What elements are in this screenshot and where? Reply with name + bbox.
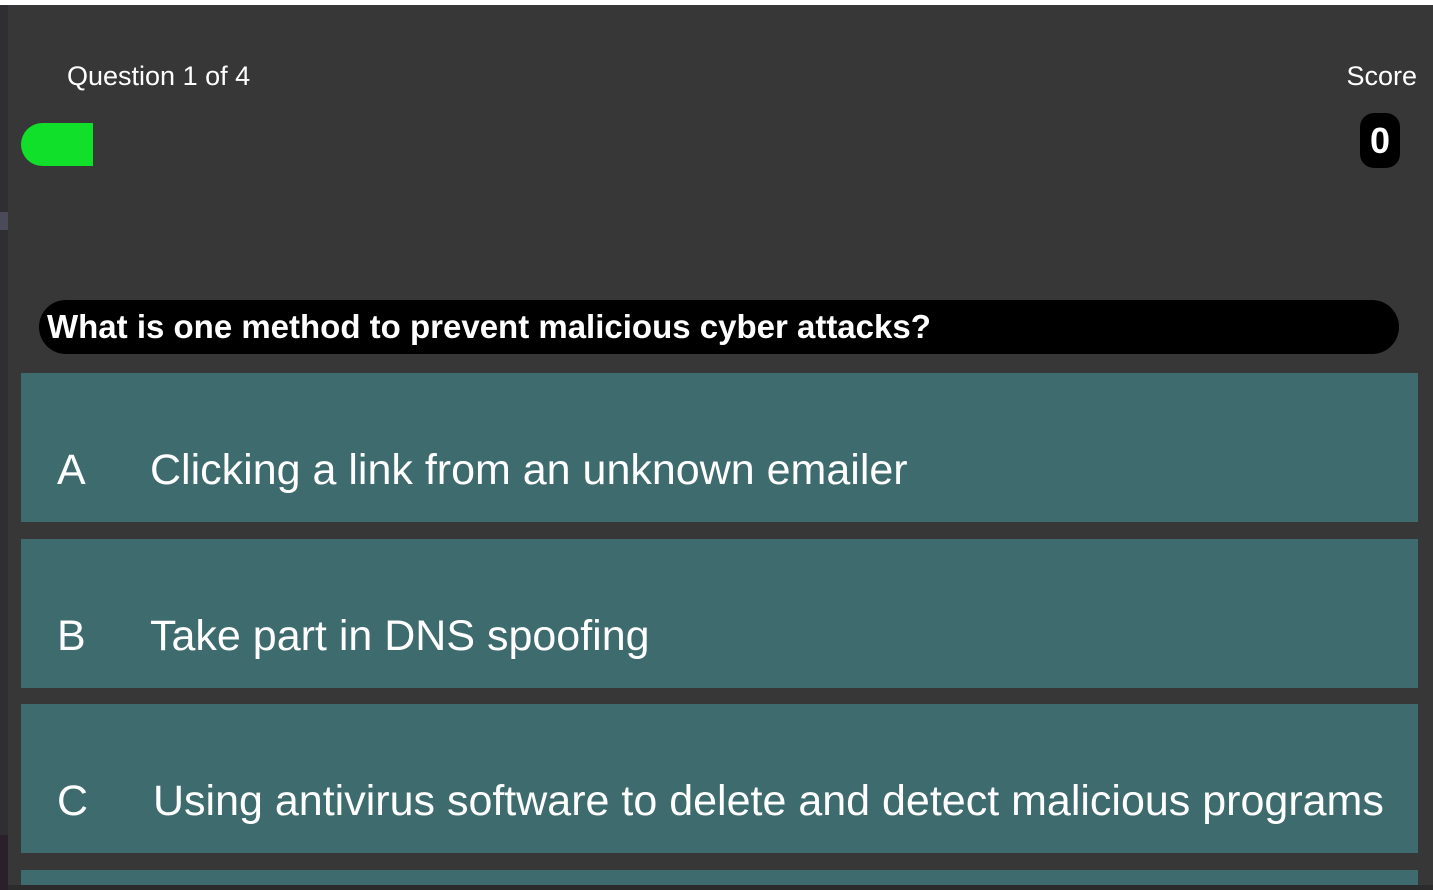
question-counter: Question 1 of 4 bbox=[67, 61, 251, 91]
answer-letter: A bbox=[57, 446, 86, 494]
score-value: 0 bbox=[1360, 113, 1400, 168]
edge-mark bbox=[0, 212, 8, 230]
answer-text: Clicking a link from an unknown emailer bbox=[150, 446, 908, 494]
answer-option-d[interactable] bbox=[21, 870, 1418, 885]
answer-letter: C bbox=[57, 777, 89, 825]
progress-bar-fill bbox=[21, 123, 93, 166]
answer-option-c[interactable]: C Using antivirus software to delete and… bbox=[21, 704, 1418, 853]
answer-text: Take part in DNS spoofing bbox=[150, 612, 650, 660]
window-left-edge bbox=[0, 5, 8, 890]
answer-letter: B bbox=[57, 612, 86, 660]
answer-option-a[interactable]: A Clicking a link from an unknown emaile… bbox=[21, 373, 1418, 522]
answer-text: Using antivirus software to delete and d… bbox=[153, 777, 1384, 825]
question-text: What is one method to prevent malicious … bbox=[39, 300, 1399, 354]
edge-mark bbox=[0, 835, 8, 890]
quiz-panel: Question 1 of 4 Score 0 What is one meth… bbox=[8, 5, 1433, 885]
progress-bar bbox=[21, 123, 1401, 166]
score-label: Score bbox=[1346, 61, 1417, 91]
answer-option-b[interactable]: B Take part in DNS spoofing bbox=[21, 539, 1418, 688]
